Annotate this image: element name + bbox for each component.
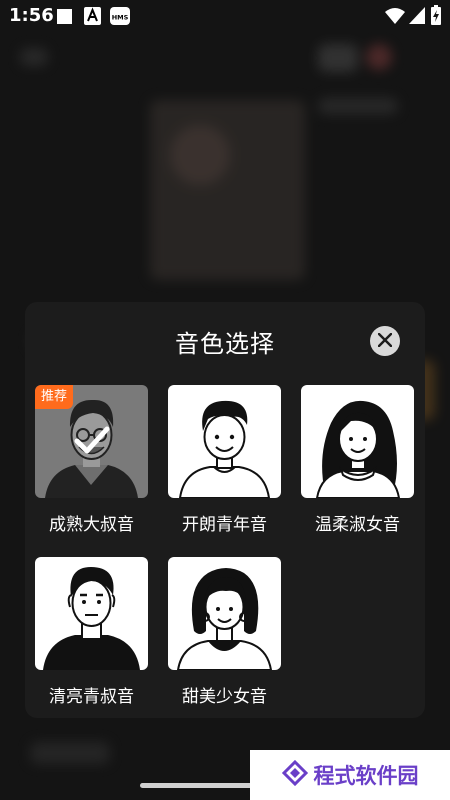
voice-option-clear-uncle[interactable]: 清亮青叔音: [35, 557, 148, 707]
voice-label: 甜美少女音: [182, 687, 267, 707]
sweet-girl-avatar: [176, 568, 273, 670]
status-time: 1:56: [9, 5, 54, 26]
diamond-logo-icon: [281, 759, 308, 790]
battery-charging-icon: [431, 5, 441, 29]
voice-label: 开朗青年音: [182, 515, 267, 535]
voice-label: 清亮青叔音: [49, 687, 134, 707]
voice-thumbnail: [168, 557, 281, 670]
voice-option-gentle-lady[interactable]: 温柔淑女音: [301, 385, 414, 535]
voice-thumbnail: [301, 385, 414, 498]
signal-icon: [409, 7, 425, 28]
app-screen: 1:56 HMS 音色选择 推荐 成熟大叔音 开朗青年音 温柔淑女音 清亮青叔音…: [0, 0, 450, 800]
watermark: 程式软件园: [250, 750, 450, 800]
voice-thumbnail: [168, 385, 281, 498]
voice-label: 成熟大叔音: [49, 515, 134, 535]
square-icon: [57, 9, 72, 28]
recommended-badge: 推荐: [35, 385, 74, 409]
gentle-lady-avatar: [315, 400, 401, 498]
voice-selection-dialog: 音色选择 推荐 成熟大叔音 开朗青年音 温柔淑女音 清亮青叔音 甜美少女音: [25, 302, 425, 718]
voice-thumbnail: 推荐: [35, 385, 148, 498]
voice-option-mature-uncle[interactable]: 推荐 成熟大叔音: [35, 385, 148, 535]
voice-label: 温柔淑女音: [315, 515, 400, 535]
clear-uncle-avatar: [43, 567, 140, 670]
watermark-text: 程式软件园: [313, 764, 419, 788]
voice-option-cheerful-youth[interactable]: 开朗青年音: [168, 385, 281, 535]
wifi-icon: [385, 8, 405, 28]
close-icon: [377, 332, 393, 351]
voice-thumbnail: [35, 557, 148, 670]
voice-option-sweet-girl[interactable]: 甜美少女音: [168, 557, 281, 707]
status-bar: 1:56 HMS: [0, 0, 450, 32]
cheerful-young-man-avatar: [178, 400, 271, 498]
close-button[interactable]: [370, 326, 400, 356]
hms-icon: HMS: [110, 7, 130, 29]
hms-label: HMS: [112, 14, 129, 22]
a-icon: [84, 7, 101, 29]
dialog-title: 音色选择: [175, 330, 275, 358]
